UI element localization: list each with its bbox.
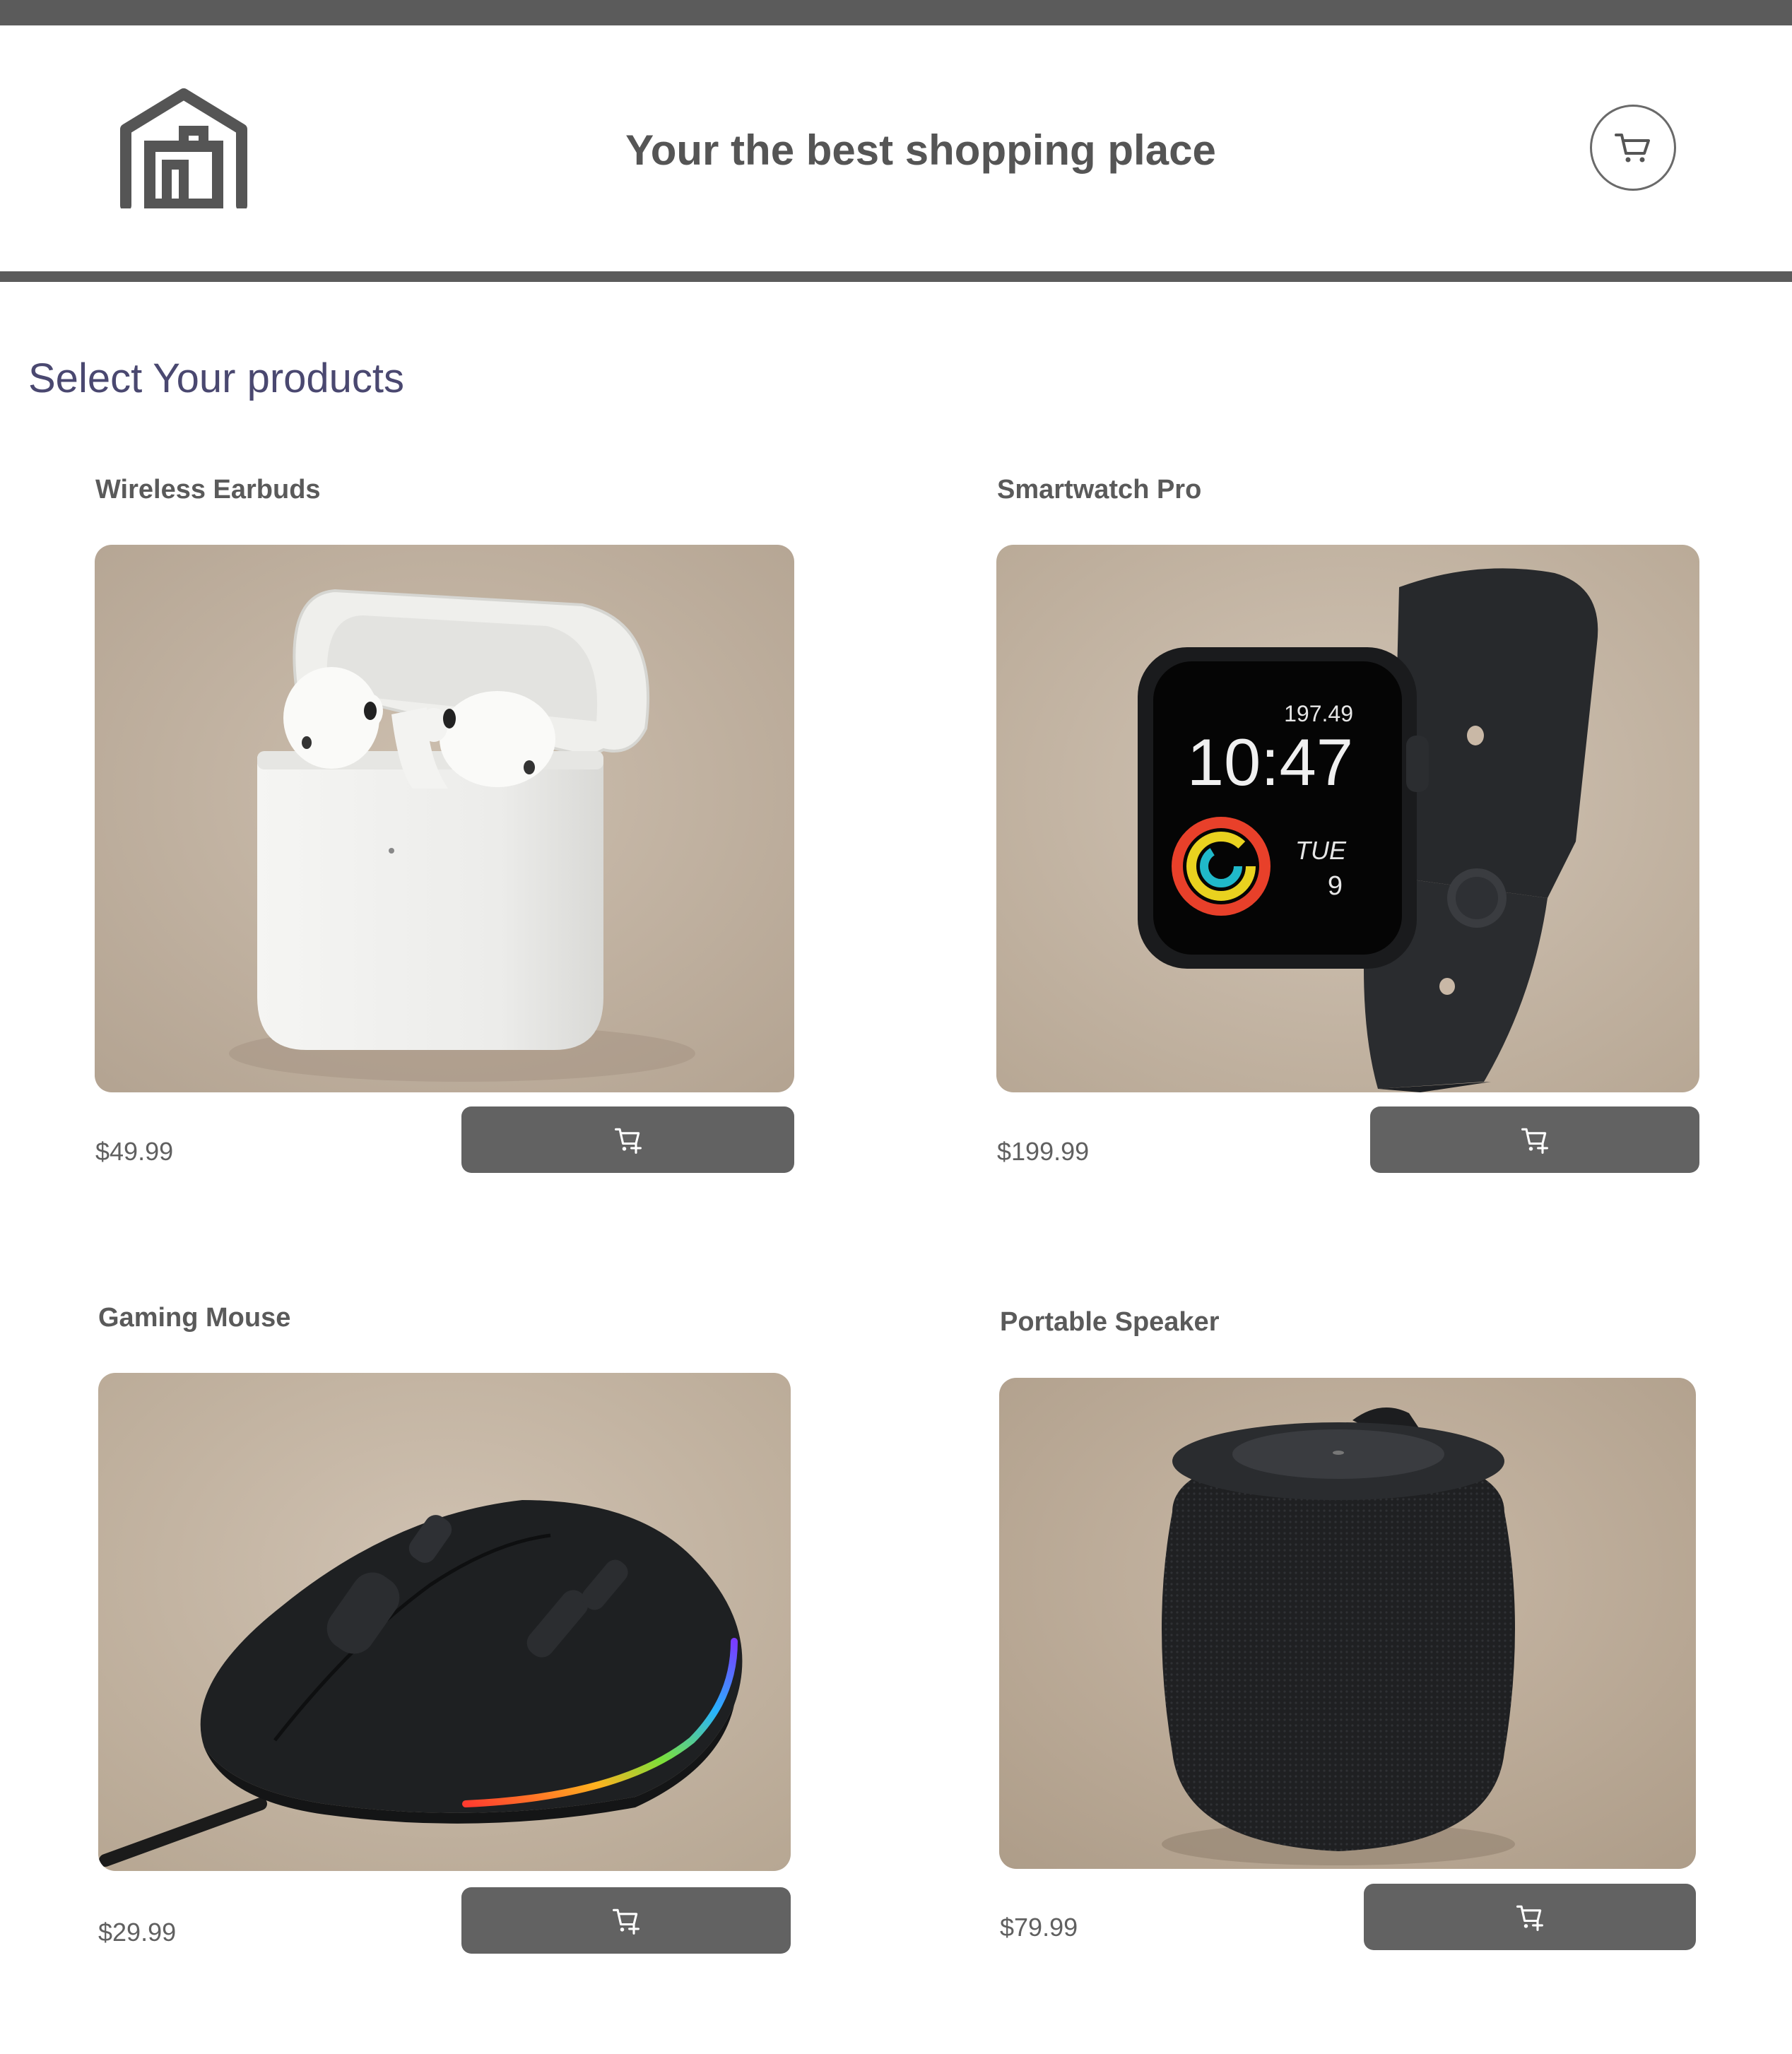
product-name: Portable Speaker [1000,1307,1220,1337]
product-name: Wireless Earbuds [95,475,321,504]
product-price: $29.99 [98,1918,177,1947]
earbuds-photo[interactable] [95,545,794,1092]
cart-button[interactable] [1590,105,1676,191]
cart-add-icon [1516,1905,1543,1931]
cart-add-icon [1521,1128,1548,1154]
product-price: $49.99 [95,1137,174,1166]
add-to-cart-button[interactable] [461,1106,794,1173]
add-to-cart-button[interactable] [1370,1106,1699,1173]
speaker-photo[interactable] [999,1378,1696,1869]
watch-top-value: 197.49 [1284,701,1353,726]
page-title: Your the best shopping place [625,126,1216,174]
product-name: Smartwatch Pro [997,475,1202,504]
cart-add-icon [613,1908,639,1935]
watch-date: 9 [1328,871,1343,901]
cart-add-icon [614,1128,642,1154]
add-to-cart-button[interactable] [461,1887,791,1954]
top-bar [0,0,1792,25]
cart-icon [1615,134,1650,163]
product-price: $199.99 [997,1137,1090,1166]
add-to-cart-button[interactable] [1364,1884,1696,1950]
product-price: $79.99 [1000,1913,1078,1942]
watch-day: TUE [1295,836,1347,865]
product-name: Gaming Mouse [98,1303,291,1333]
gaming-mouse-photo[interactable] [98,1373,791,1871]
watch-time: 10:47 [1187,725,1353,799]
smartwatch-photo[interactable]: 197.49 10:47 TUE 9 [996,545,1699,1092]
header-divider [0,271,1792,282]
section-title: Select Your products [28,355,405,401]
